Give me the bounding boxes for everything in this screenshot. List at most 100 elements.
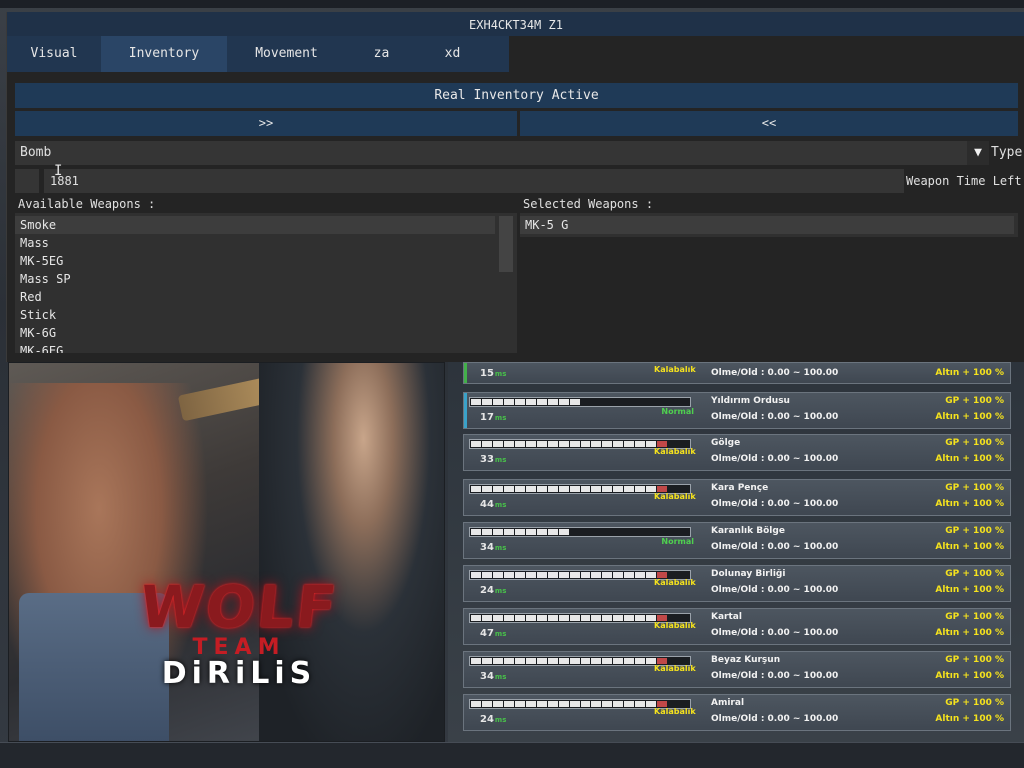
- server-name: Kartal: [711, 612, 742, 622]
- load-bar-segment: [525, 658, 536, 664]
- dropdown-arrow-icon[interactable]: ▼: [967, 141, 989, 165]
- load-bar-segment: [679, 529, 690, 535]
- load-bar-segment: [471, 529, 481, 535]
- weapon-time-input[interactable]: 1881: [44, 169, 904, 193]
- server-row-indicator: [464, 652, 467, 687]
- load-bar-segment: [602, 529, 613, 535]
- load-bar-segment: [514, 658, 525, 664]
- server-row[interactable]: 24ms Kalabalık Amiral Olme/Old : 0.00 ~ 100…: [463, 694, 1011, 731]
- server-gp-bonus: GP + 100 %: [945, 698, 1004, 708]
- selected-weapons-label: Selected Weapons :: [523, 197, 654, 211]
- load-bar-segment: [602, 486, 613, 492]
- load-bar-segment: [481, 486, 492, 492]
- load-bar-segment: [580, 399, 591, 405]
- load-bar-segment: [657, 529, 668, 535]
- window-title[interactable]: EXH4CKT34M Z1: [7, 12, 1024, 36]
- load-bar-segment: [635, 701, 646, 707]
- server-gold-bonus: Altın + 100 %: [935, 714, 1004, 724]
- weapon-time-label: Weapon Time Left: [906, 174, 1022, 188]
- server-row[interactable]: 34ms Normal Karanlık Bölge Olme/Old : 0.00 …: [463, 522, 1011, 559]
- server-row[interactable]: 17ms Normal Yıldırım Ordusu Olme/Old : 0.00…: [463, 392, 1011, 429]
- load-bar-segment: [547, 658, 558, 664]
- server-load-status: Kalabalık: [654, 365, 696, 374]
- tab-movement[interactable]: Movement: [227, 36, 346, 72]
- server-row-indicator: [464, 363, 467, 383]
- load-bar-segment: [481, 658, 492, 664]
- server-ping-unit: ms: [494, 673, 507, 681]
- load-bar-segment: [525, 486, 536, 492]
- server-ping-value: 44: [480, 499, 494, 510]
- weapon-list-item[interactable]: Red: [15, 288, 517, 306]
- real-inventory-toggle-button[interactable]: Real Inventory Active: [15, 83, 1018, 108]
- tab-visual[interactable]: Visual: [7, 36, 101, 72]
- server-row[interactable]: 15ms Kalabalık Olme/Old : 0.00 ~ 100.00 Alt…: [463, 362, 1011, 384]
- server-gold-bonus: Altın + 100 %: [935, 542, 1004, 552]
- weapon-list-item[interactable]: MK-6EG: [15, 342, 517, 353]
- tab-za[interactable]: za: [346, 36, 417, 72]
- promo-poster: WOLF TEAM DiRiLiS: [8, 362, 445, 742]
- selected-weapons-list[interactable]: MK-5 G: [520, 213, 1018, 237]
- server-load-status: Kalabalık: [654, 707, 696, 716]
- load-bar-segment: [624, 658, 635, 664]
- server-row[interactable]: 34ms Kalabalık Beyaz Kurşun Olme/Old : 0.00…: [463, 651, 1011, 688]
- logo-dirilis-text: DiRiLiS: [161, 656, 317, 691]
- logo-wolf-text: WOLF: [136, 573, 342, 641]
- weapon-type-select[interactable]: Bomb: [15, 141, 989, 165]
- load-bar-segment: [481, 399, 492, 405]
- time-input-stepper-box[interactable]: [15, 169, 39, 193]
- weapon-list-item[interactable]: MK-5EG: [15, 252, 517, 270]
- load-bar-segment: [514, 701, 525, 707]
- weapon-list-item[interactable]: Stick: [15, 306, 517, 324]
- server-load-status: Kalabalık: [654, 621, 696, 630]
- load-bar-segment: [646, 399, 657, 405]
- server-row[interactable]: 33ms Kalabalık Gölge Olme/Old : 0.00 ~ 100.…: [463, 434, 1011, 471]
- load-bar-segment: [558, 529, 569, 535]
- load-bar-segment: [613, 572, 624, 578]
- wolfteam-logo: WOLF TEAM DiRiLiS: [124, 573, 354, 691]
- server-ping-unit: ms: [494, 587, 507, 595]
- weapon-list-item[interactable]: Mass SP: [15, 270, 517, 288]
- load-bar-segment: [514, 486, 525, 492]
- load-bar-segment: [492, 701, 503, 707]
- load-bar-segment: [580, 529, 591, 535]
- server-gp-bonus: GP + 100 %: [945, 526, 1004, 536]
- load-bar-segment: [613, 399, 624, 405]
- load-bar-segment: [503, 399, 514, 405]
- available-weapons-list[interactable]: Smoke Mass MK-5EG Mass SP Red Stick MK-6G MK-6E…: [15, 213, 517, 353]
- server-gold-bonus: Altın + 100 %: [935, 585, 1004, 595]
- server-name: Dolunay Birliği: [711, 569, 786, 579]
- load-bar-segment: [547, 486, 558, 492]
- server-row[interactable]: 47ms Kalabalık Kartal Olme/Old : 0.00 ~ 100…: [463, 608, 1011, 645]
- server-rule: Olme/Old : 0.00 ~ 100.00: [711, 454, 839, 464]
- load-bar-segment: [580, 615, 591, 621]
- load-bar-segment: [525, 701, 536, 707]
- server-load-status: Normal: [661, 407, 694, 416]
- load-bar-segment: [613, 529, 624, 535]
- list-scrollbar[interactable]: [499, 216, 513, 272]
- weapon-list-item[interactable]: MK-6G: [15, 324, 517, 342]
- server-row-indicator: [464, 393, 467, 428]
- server-ping-unit: ms: [494, 716, 507, 724]
- weapon-list-item[interactable]: Smoke: [15, 216, 495, 234]
- server-row[interactable]: 24ms Kalabalık Dolunay Birliği Olme/Old : 0…: [463, 565, 1011, 602]
- load-bar-segment: [624, 441, 635, 447]
- load-bar-segment: [635, 441, 646, 447]
- load-bar-segment: [591, 399, 602, 405]
- load-bar-segment: [613, 615, 624, 621]
- tab-xd[interactable]: xd: [417, 36, 488, 72]
- load-bar-segment: [602, 701, 613, 707]
- weapon-list-item[interactable]: MK-5 G: [520, 216, 1014, 234]
- load-bar-segment: [547, 441, 558, 447]
- load-bar-segment: [613, 486, 624, 492]
- load-bar-segment: [525, 572, 536, 578]
- load-bar-segment: [525, 441, 536, 447]
- load-bar-segment: [471, 399, 481, 405]
- tab-inventory[interactable]: Inventory: [101, 36, 227, 72]
- server-row[interactable]: 44ms Kalabalık Kara Pençe Olme/Old : 0.00 ~…: [463, 479, 1011, 516]
- server-name: Amiral: [711, 698, 745, 708]
- remove-weapon-button[interactable]: <<: [520, 111, 1018, 136]
- load-bar-segment: [558, 441, 569, 447]
- weapon-list-item[interactable]: Mass: [15, 234, 517, 252]
- server-ping-unit: ms: [494, 456, 507, 464]
- add-weapon-button[interactable]: >>: [15, 111, 517, 136]
